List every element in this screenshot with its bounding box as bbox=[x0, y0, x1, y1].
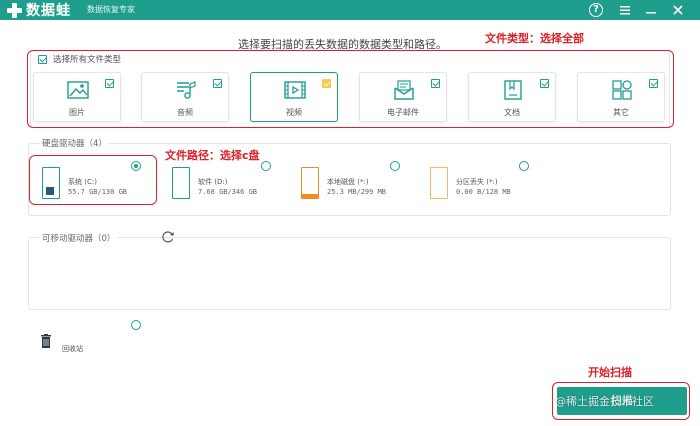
drive-icon bbox=[301, 167, 319, 199]
removable-drives-panel bbox=[28, 237, 671, 310]
menu-button[interactable] bbox=[617, 2, 633, 18]
drive-lost-partition-radio[interactable] bbox=[519, 161, 529, 171]
trash-icon bbox=[41, 334, 51, 348]
title-bar: 数据蛙 数据恢复专家 ? bbox=[0, 0, 700, 20]
drive-icon bbox=[172, 167, 190, 199]
annotation-file-path: 文件路径：选择c盘 bbox=[165, 149, 260, 162]
annotation-file-type: 文件类型：选择全部 bbox=[485, 32, 584, 45]
watermark: @稀土掘金技术社区 bbox=[555, 395, 654, 408]
recycle-bin-label: 回收站 bbox=[62, 345, 83, 353]
drive-usage-fill bbox=[302, 194, 318, 198]
refresh-icon bbox=[162, 231, 174, 243]
close-button[interactable] bbox=[670, 2, 686, 18]
annotation-box-file-types bbox=[27, 50, 674, 128]
drive-local[interactable]: 本地磁盘 (*:) 25.3 MB/299 MB bbox=[301, 167, 411, 199]
hard-drives-title: 硬盘驱动器（4） bbox=[40, 137, 109, 149]
recycle-bin-radio[interactable] bbox=[131, 320, 141, 330]
drive-name: 分区丢失 (*:) bbox=[456, 178, 498, 186]
app-logo: 数据蛙 bbox=[6, 1, 71, 19]
menu-icon bbox=[620, 6, 630, 15]
drive-name: 软件 (D:) bbox=[198, 178, 228, 186]
drive-lost-partition[interactable]: 分区丢失 (*:) 0.00 B/128 MB bbox=[430, 167, 540, 199]
drive-icon bbox=[430, 167, 448, 199]
drive-d-radio[interactable] bbox=[261, 161, 271, 171]
removable-drives-title: 可移动驱动器（0） bbox=[40, 232, 118, 244]
recycle-bin-button[interactable] bbox=[40, 334, 52, 348]
drive-name: 本地磁盘 (*:) bbox=[327, 178, 369, 186]
minimize-icon bbox=[646, 12, 656, 14]
annotation-start-scan: 开始扫描 bbox=[588, 366, 632, 379]
drive-size: 25.3 MB/299 MB bbox=[327, 188, 387, 196]
drive-d[interactable]: 软件 (D:) 7.68 GB/346 GB bbox=[172, 167, 282, 199]
drive-size: 7.68 GB/346 GB bbox=[198, 188, 258, 196]
annotation-box-drive-c bbox=[29, 155, 157, 205]
help-circle-icon: ? bbox=[589, 3, 603, 17]
help-button[interactable]: ? bbox=[588, 2, 604, 18]
app-subtitle: 数据恢复专家 bbox=[87, 5, 135, 14]
drive-size: 0.00 B/128 MB bbox=[456, 188, 511, 196]
minimize-button[interactable] bbox=[643, 2, 659, 18]
app-name: 数据蛙 bbox=[26, 3, 71, 19]
drive-local-radio[interactable] bbox=[390, 161, 400, 171]
close-icon bbox=[673, 5, 683, 15]
logo-cross-icon bbox=[6, 2, 23, 19]
refresh-button[interactable] bbox=[161, 230, 175, 244]
